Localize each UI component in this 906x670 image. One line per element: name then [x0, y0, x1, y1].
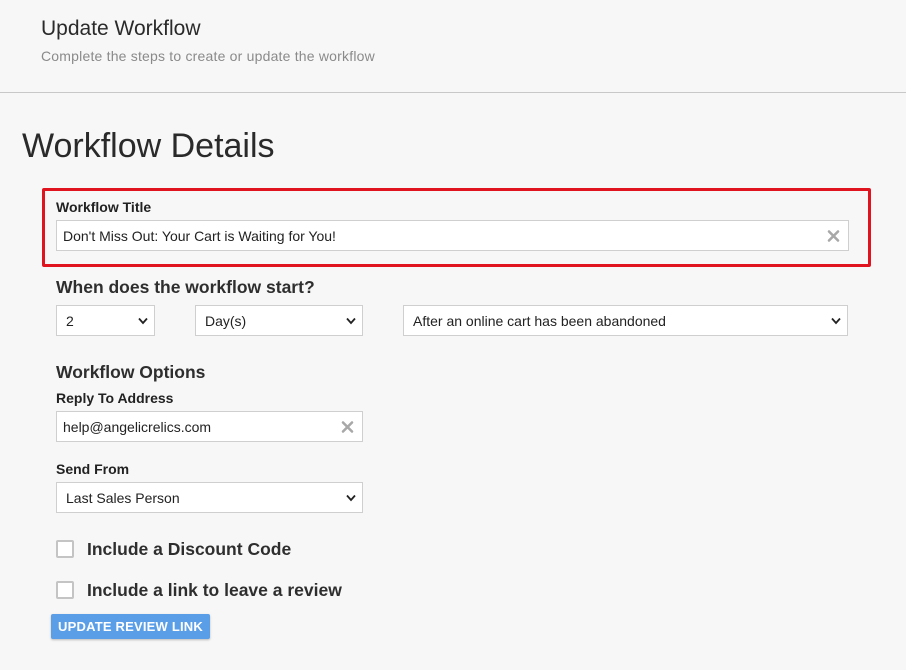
workflow-title-input[interactable]: [57, 221, 848, 250]
start-trigger-value: After an online cart has been abandoned: [413, 312, 666, 329]
page-header: Update Workflow Complete the steps to cr…: [0, 0, 906, 93]
workflow-title-label: Workflow Title: [56, 199, 152, 215]
reply-to-input[interactable]: [57, 412, 362, 441]
review-link-checkbox[interactable]: [56, 581, 74, 599]
chevron-down-icon: [346, 494, 356, 501]
chevron-down-icon: [138, 317, 148, 324]
close-icon[interactable]: [341, 420, 354, 433]
update-workflow-page: Update Workflow Complete the steps to cr…: [0, 0, 906, 670]
chevron-down-icon: [346, 317, 356, 324]
start-amount-select[interactable]: 2: [56, 305, 155, 336]
reply-to-label: Reply To Address: [56, 390, 174, 406]
workflow-options-heading: Workflow Options: [56, 362, 206, 382]
chevron-down-icon: [831, 317, 841, 324]
workflow-title-field-wrap: [56, 220, 849, 251]
discount-code-label: Include a Discount Code: [87, 539, 292, 559]
workflow-start-heading: When does the workflow start?: [56, 277, 315, 297]
discount-code-checkbox[interactable]: [56, 540, 74, 558]
page-subtitle: Complete the steps to create or update t…: [41, 48, 375, 64]
page-title: Update Workflow: [41, 17, 201, 40]
start-unit-select[interactable]: Day(s): [195, 305, 363, 336]
start-unit-value: Day(s): [205, 312, 247, 329]
send-from-value: Last Sales Person: [66, 489, 180, 506]
send-from-select[interactable]: Last Sales Person: [56, 482, 363, 513]
update-review-link-button[interactable]: UPDATE REVIEW LINK: [51, 614, 210, 639]
send-from-label: Send From: [56, 461, 130, 477]
start-amount-value: 2: [66, 312, 74, 329]
start-trigger-select[interactable]: After an online cart has been abandoned: [403, 305, 848, 336]
review-link-label: Include a link to leave a review: [87, 580, 342, 600]
reply-to-field-wrap: [56, 411, 363, 442]
section-title: Workflow Details: [22, 127, 275, 165]
close-icon[interactable]: [827, 229, 840, 242]
